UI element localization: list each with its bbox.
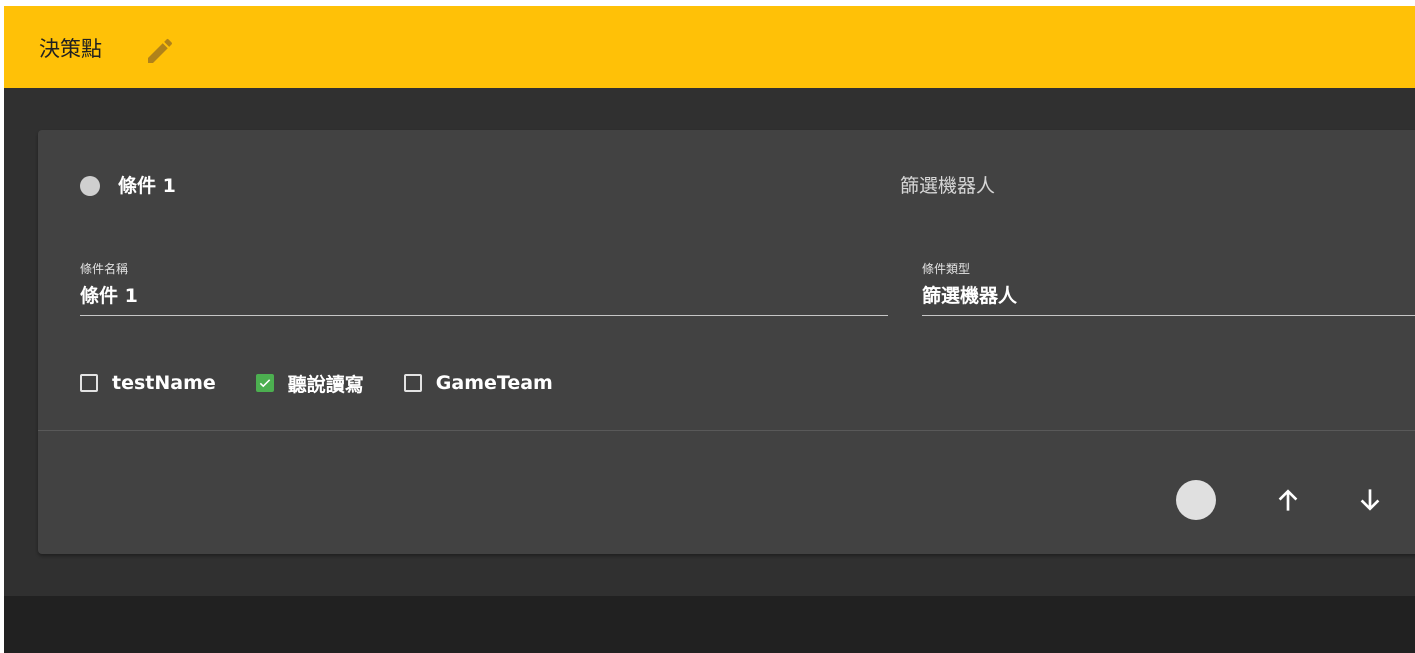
checkbox-testname[interactable]: testName (80, 372, 216, 394)
condition-type-label: 條件類型 (922, 262, 971, 276)
app-frame: 決策點 條件 1 篩選機器人 條件名稱 條件 1 條件類型 篩選機器人 test… (4, 6, 1415, 653)
checkbox-label: 聽說讀寫 (287, 373, 364, 396)
checkbox-box[interactable] (80, 374, 98, 392)
condition-type-underline (922, 315, 1415, 316)
condition-name-input[interactable]: 條件 1 (80, 283, 888, 309)
checkbox-box-checked[interactable] (255, 374, 274, 392)
condition-type-title: 篩選機器人 (900, 175, 996, 197)
condition-name-label: 條件名稱 (80, 262, 129, 276)
checkbox-label: testName (112, 372, 216, 394)
bot-checkbox-group: testName 聽說讀寫 GameTeam (80, 370, 593, 396)
card-divider (38, 430, 1415, 431)
pencil-icon[interactable] (144, 35, 176, 67)
condition-type-select[interactable]: 篩選機器人 (922, 283, 1415, 309)
checkbox-gameteam[interactable]: GameTeam (403, 372, 553, 394)
checkbox-listening-speaking[interactable]: 聽說讀寫 (255, 370, 364, 397)
header-bar: 決策點 (4, 6, 1415, 88)
condition-card: 條件 1 篩選機器人 條件名稱 條件 1 條件類型 篩選機器人 testName (38, 130, 1415, 554)
circle-icon[interactable] (1176, 480, 1216, 520)
condition-name-underline (80, 315, 888, 316)
circle-icon (80, 176, 100, 196)
page-title: 決策點 (39, 37, 102, 61)
condition-title: 條件 1 (118, 175, 176, 197)
checkbox-label: GameTeam (435, 372, 553, 394)
arrow-up-icon[interactable] (1272, 484, 1304, 516)
check-icon (259, 379, 270, 388)
condition-name-field[interactable]: 條件名稱 條件 1 (80, 261, 888, 316)
condition-type-field[interactable]: 條件類型 篩選機器人 (922, 261, 1415, 316)
checkbox-box[interactable] (403, 374, 422, 392)
arrow-down-icon[interactable] (1354, 484, 1386, 516)
